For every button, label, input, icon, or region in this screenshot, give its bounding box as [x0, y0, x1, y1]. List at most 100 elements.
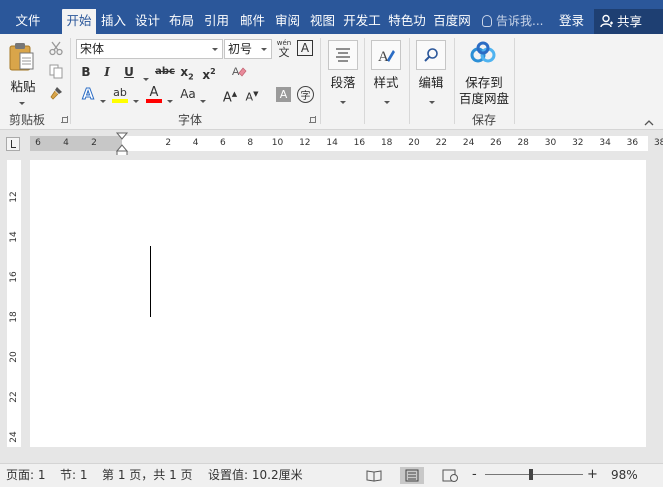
- editing-dropdown[interactable]: [429, 93, 435, 107]
- styles-dropdown[interactable]: [384, 93, 390, 107]
- web-layout-button[interactable]: [438, 467, 462, 484]
- share-label: 共享: [617, 14, 643, 29]
- ruler-label: 12: [9, 191, 19, 203]
- chevron-down-icon: [200, 100, 206, 103]
- zoom-out-button[interactable]: -: [472, 464, 477, 486]
- subscript-button[interactable]: x2: [178, 63, 196, 81]
- grow-font-glyph: A: [222, 90, 232, 106]
- save-label-line2: 百度网盘: [458, 91, 509, 106]
- tab-baidu-netdisk[interactable]: 百度网: [430, 9, 474, 33]
- tab-selector[interactable]: [6, 137, 20, 151]
- superscript-button[interactable]: x2: [200, 63, 218, 82]
- status-section[interactable]: 节: 1: [60, 464, 88, 486]
- chevron-down-icon: [261, 48, 267, 51]
- character-border-button[interactable]: A: [297, 40, 313, 56]
- strikethrough-button[interactable]: abc: [154, 63, 176, 81]
- tab-developer[interactable]: 开发工: [340, 9, 384, 33]
- phonetic-bottom-text: 文: [278, 45, 290, 59]
- svg-text:A: A: [232, 66, 240, 78]
- font-dialog-launcher[interactable]: [309, 116, 316, 123]
- change-case-dropdown[interactable]: [200, 92, 206, 106]
- paragraph-dropdown[interactable]: [340, 93, 346, 107]
- tab-layout[interactable]: 布局: [165, 9, 198, 33]
- chevron-down-icon: [133, 100, 139, 103]
- grow-font-button[interactable]: A▲: [222, 85, 238, 106]
- chevron-down-icon: [384, 101, 390, 104]
- styles-button[interactable]: A: [371, 40, 401, 70]
- highlight-button[interactable]: ab: [110, 84, 130, 104]
- zoom-in-button[interactable]: +: [587, 464, 598, 486]
- highlight-dropdown[interactable]: [133, 92, 139, 106]
- read-mode-button[interactable]: [362, 467, 386, 484]
- ruler-label: 20: [9, 351, 19, 363]
- zoom-slider-thumb[interactable]: [529, 469, 534, 480]
- clear-formatting-button[interactable]: A: [230, 62, 248, 80]
- chevron-down-icon: [429, 101, 435, 104]
- enclose-characters-button[interactable]: 字: [297, 86, 314, 103]
- tell-me-text: 告诉我...: [496, 14, 544, 28]
- format-painter-button[interactable]: [46, 84, 66, 102]
- zoom-slider-track[interactable]: [485, 474, 583, 475]
- font-name-combo[interactable]: 宋体: [76, 39, 223, 59]
- ribbon: 粘贴 剪贴板 宋体 初号 wén 文 A B I U abc x2 x2 A A…: [0, 34, 663, 130]
- bold-button[interactable]: B: [78, 63, 94, 81]
- font-size-combo[interactable]: 初号: [224, 39, 272, 59]
- document-page[interactable]: [30, 160, 646, 447]
- editing-button[interactable]: [416, 40, 446, 70]
- status-page[interactable]: 页面: 1: [6, 464, 46, 486]
- collapse-ribbon-button[interactable]: [644, 116, 654, 126]
- ruler-label: 34: [599, 138, 611, 148]
- tab-mailings[interactable]: 邮件: [236, 9, 269, 33]
- shrink-font-glyph: A: [245, 90, 254, 104]
- paste-label: 粘贴: [10, 79, 36, 94]
- italic-button[interactable]: I: [99, 63, 115, 81]
- tab-references[interactable]: 引用: [200, 9, 233, 33]
- ruler-label: 14: [326, 138, 338, 148]
- ruler-label: 10: [271, 138, 284, 148]
- status-setting-value[interactable]: 设置值: 10.2厘米: [208, 464, 303, 486]
- print-layout-button[interactable]: [400, 467, 424, 484]
- tab-home[interactable]: 开始: [62, 9, 96, 34]
- login-link[interactable]: 登录: [559, 9, 584, 33]
- tab-insert[interactable]: 插入: [97, 9, 130, 33]
- cut-button[interactable]: [46, 39, 66, 57]
- lightbulb-icon: [482, 15, 492, 27]
- status-bar: 页面: 1 节: 1 第 1 页，共 1 页 设置值: 10.2厘米 - + 9…: [0, 463, 663, 487]
- font-color-button[interactable]: A: [144, 84, 164, 104]
- ruler-label: 18: [380, 138, 393, 148]
- vertical-ruler[interactable]: 12 14 16 18 20 22 24: [7, 160, 21, 447]
- paste-dropdown[interactable]: [19, 94, 25, 108]
- phonetic-guide-button[interactable]: wén 文: [276, 38, 292, 58]
- copy-button[interactable]: [46, 62, 66, 80]
- group-divider: [514, 38, 515, 124]
- clipboard-dialog-launcher[interactable]: [61, 116, 68, 123]
- paragraph-button[interactable]: [328, 40, 358, 70]
- tab-review[interactable]: 审阅: [271, 9, 304, 33]
- paste-button[interactable]: [6, 40, 38, 74]
- group-divider: [409, 38, 410, 124]
- tab-view[interactable]: 视图: [306, 9, 339, 33]
- group-divider: [320, 38, 321, 124]
- text-effects-button[interactable]: A: [79, 85, 97, 104]
- group-divider: [454, 38, 455, 124]
- share-button[interactable]: 共享: [594, 9, 663, 34]
- character-shading-button[interactable]: A: [276, 87, 291, 102]
- shrink-font-button[interactable]: A▼: [244, 85, 260, 104]
- status-page-count[interactable]: 第 1 页，共 1 页: [102, 464, 193, 486]
- text-effects-dropdown[interactable]: [100, 92, 106, 106]
- chevron-down-icon: [100, 100, 106, 103]
- change-case-button[interactable]: Aa: [177, 85, 199, 103]
- text-cursor: [150, 246, 151, 317]
- tab-file[interactable]: 文件: [6, 9, 50, 33]
- zoom-level[interactable]: 98%: [611, 464, 638, 486]
- font-color-dropdown[interactable]: [167, 92, 173, 106]
- tab-design[interactable]: 设计: [131, 9, 164, 33]
- underline-dropdown[interactable]: [143, 70, 149, 84]
- ruler-label: 6: [220, 138, 226, 148]
- tab-special-features[interactable]: 特色功: [385, 9, 429, 33]
- underline-button[interactable]: U: [121, 63, 137, 81]
- vertical-scrollbar[interactable]: [651, 160, 661, 450]
- tell-me-box[interactable]: 告诉我...: [482, 9, 543, 33]
- save-to-baidu-button[interactable]: [467, 38, 499, 68]
- chevron-down-icon: [340, 101, 346, 104]
